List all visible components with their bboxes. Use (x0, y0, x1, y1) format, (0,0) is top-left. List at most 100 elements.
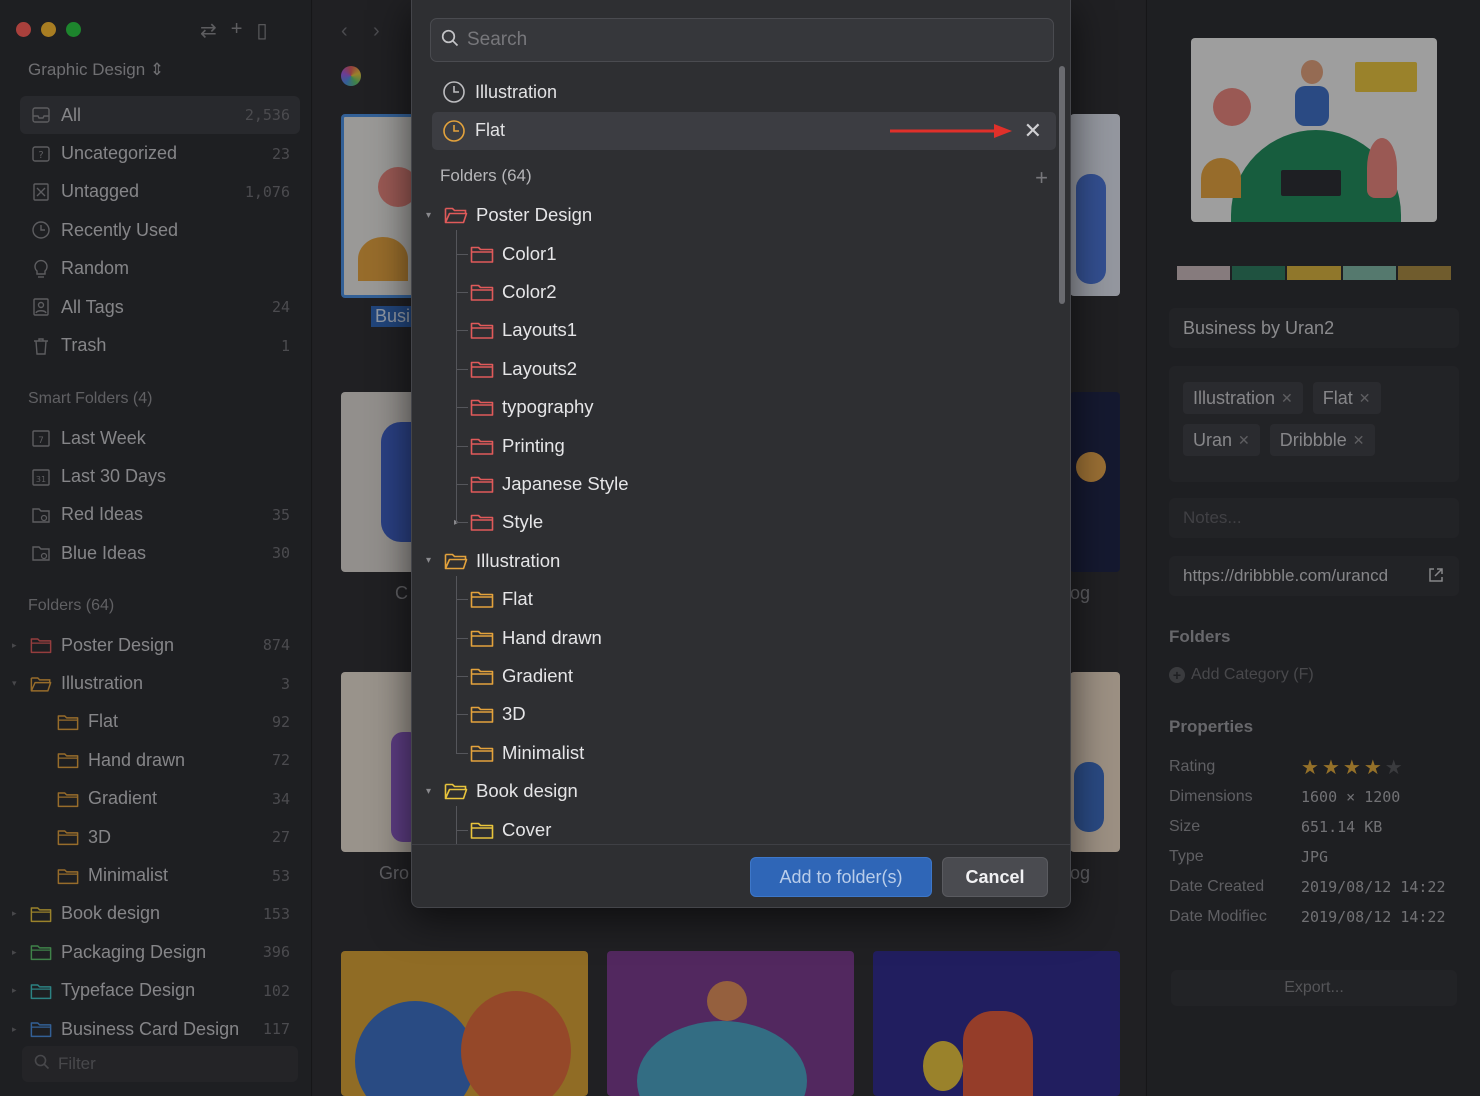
tree-folder-color2[interactable]: Color2 (470, 273, 557, 311)
tree-folder-cover[interactable]: Cover (470, 810, 551, 844)
dialog-search-input[interactable] (467, 29, 1027, 51)
disclosure-icon[interactable]: ▸ (12, 985, 17, 996)
export-button[interactable]: Export... (1171, 970, 1457, 1006)
close-window-button[interactable] (16, 22, 31, 37)
sidebar-item-trash[interactable]: Trash 1 (20, 326, 300, 364)
swap-icon[interactable]: ⇄ (200, 18, 217, 43)
tag-chip[interactable]: Illustration ✕ (1183, 382, 1303, 414)
star-icon[interactable]: ★ (1301, 755, 1319, 780)
tree-folder-japanese-style[interactable]: Japanese Style (470, 465, 629, 503)
add-to-folders-button[interactable]: Add to folder(s) (750, 857, 932, 897)
disclosure-icon[interactable]: ▸ (12, 947, 17, 958)
palette-swatch[interactable] (1342, 266, 1396, 280)
thumbnail-item[interactable] (1070, 392, 1120, 572)
dialog-search-field[interactable] (430, 18, 1054, 62)
sidebar-item-gradient[interactable]: Gradient 34 (20, 780, 300, 818)
recent-folder-item[interactable]: Illustration (432, 73, 1056, 111)
library-switcher[interactable]: Graphic Design ⇕ (28, 60, 164, 80)
tree-folder-poster-design[interactable]: ▾ Poster Design (426, 196, 592, 234)
thumbnail-item[interactable] (1070, 114, 1120, 296)
sidebar-item-packaging-design[interactable]: ▸ Packaging Design 396 (12, 933, 300, 971)
toggle-sidebar-icon[interactable]: ▯ (256, 18, 267, 43)
add-icon[interactable]: + (231, 18, 243, 43)
tree-folder-gradient[interactable]: Gradient (470, 657, 573, 695)
tree-folder-color1[interactable]: Color1 (470, 234, 557, 272)
cancel-button[interactable]: Cancel (942, 857, 1048, 897)
sidebar-item-book-design[interactable]: ▸ Book design 153 (12, 895, 300, 933)
sidebar-item-blue-ideas[interactable]: Blue Ideas 30 (20, 534, 300, 572)
sidebar-item-minimalist[interactable]: Minimalist 53 (20, 856, 300, 894)
add-folder-icon[interactable]: + (1035, 167, 1048, 189)
tree-folder-book-design[interactable]: ▾ Book design (426, 772, 578, 810)
thumbnail-item[interactable] (1070, 672, 1120, 852)
tree-folder-3d[interactable]: 3D (470, 695, 526, 733)
sidebar-item-3d[interactable]: 3D 27 (20, 818, 300, 856)
tree-folder-minimalist[interactable]: Minimalist (470, 734, 584, 772)
remove-tag-icon[interactable]: ✕ (1281, 390, 1293, 407)
remove-tag-icon[interactable]: ✕ (1359, 390, 1371, 407)
sidebar-item-all-tags[interactable]: All Tags 24 (20, 288, 300, 326)
thumbnail-item[interactable] (873, 951, 1120, 1096)
sidebar-item-red-ideas[interactable]: Red Ideas 35 (20, 496, 300, 534)
color-filter-icon[interactable] (341, 66, 361, 86)
add-category-button[interactable]: + Add Category (F) (1169, 666, 1314, 684)
tree-folder-printing[interactable]: Printing (470, 426, 565, 464)
sidebar-item-all[interactable]: All 2,536 (20, 96, 300, 135)
disclosure-icon[interactable]: ▾ (426, 786, 431, 797)
tree-folder-layouts1[interactable]: Layouts1 (470, 311, 577, 349)
tree-folder-flat[interactable]: Flat (470, 580, 533, 618)
sidebar-item-last-week[interactable]: 7 Last Week (20, 419, 300, 457)
disclosure-icon[interactable]: ▸ (12, 640, 17, 651)
remove-recent-close-icon[interactable]: ✕ (1024, 118, 1042, 144)
sidebar-item-business-card-design[interactable]: ▸ Business Card Design 117 (12, 1010, 300, 1048)
zoom-window-button[interactable] (66, 22, 81, 37)
star-icon[interactable]: ★ (1322, 755, 1340, 780)
remove-tag-icon[interactable]: ✕ (1238, 432, 1250, 449)
sidebar-item-poster-design[interactable]: ▸ Poster Design 874 (12, 626, 300, 664)
palette-swatch[interactable] (1287, 266, 1341, 280)
tag-chip[interactable]: Uran ✕ (1183, 424, 1260, 456)
item-title[interactable]: Business by Uran2 (1169, 308, 1459, 348)
star-icon[interactable]: ★ (1364, 755, 1382, 780)
sidebar-item-random[interactable]: Random (20, 250, 300, 288)
forward-icon[interactable]: › (373, 20, 380, 43)
external-link-icon[interactable] (1427, 566, 1445, 586)
thumbnail-item[interactable] (341, 951, 588, 1096)
sidebar-item-untagged[interactable]: Untagged 1,076 (20, 173, 300, 211)
sidebar-item-hand-drawn[interactable]: Hand drawn 72 (20, 741, 300, 779)
tree-folder-typography[interactable]: typography (470, 388, 594, 426)
minimize-window-button[interactable] (41, 22, 56, 37)
filter-field[interactable]: Filter (22, 1046, 298, 1082)
filter-input[interactable]: Filter (58, 1054, 96, 1074)
tag-chip[interactable]: Dribbble ✕ (1269, 424, 1375, 456)
tag-chip[interactable]: Flat ✕ (1312, 382, 1381, 414)
sidebar-item-recently-used[interactable]: Recently Used (20, 211, 300, 249)
tree-folder-layouts2[interactable]: Layouts2 (470, 350, 577, 388)
disclosure-icon[interactable]: ▾ (12, 678, 17, 689)
disclosure-icon[interactable]: ▾ (426, 555, 431, 566)
disclosure-icon[interactable]: ▸ (12, 908, 17, 919)
star-icon[interactable]: ★ (1385, 755, 1403, 780)
palette-swatch[interactable] (1177, 266, 1231, 280)
tree-folder-hand-drawn[interactable]: Hand drawn (470, 618, 602, 656)
disclosure-icon[interactable]: ▸ (12, 1024, 17, 1035)
remove-tag-icon[interactable]: ✕ (1353, 432, 1365, 449)
sidebar-item-uncategorized[interactable]: ? Uncategorized 23 (20, 134, 300, 172)
star-icon[interactable]: ★ (1343, 755, 1361, 780)
disclosure-icon[interactable]: ▾ (426, 210, 431, 221)
sidebar-item-flat[interactable]: Flat 92 (20, 703, 300, 741)
palette-swatch[interactable] (1232, 266, 1286, 280)
palette-swatch[interactable] (1397, 266, 1452, 280)
thumbnail-item[interactable] (607, 951, 854, 1096)
tree-folder-style[interactable]: ▸ Style (454, 503, 543, 541)
rating-stars[interactable]: ★ ★ ★ ★ ★ (1301, 755, 1403, 780)
tags-field[interactable]: Illustration ✕ Flat ✕ Uran ✕ Dribbble ✕ (1169, 366, 1459, 482)
sidebar-item-typeface-design[interactable]: ▸ Typeface Design 102 (12, 972, 300, 1010)
sidebar-item-illustration[interactable]: ▾ Illustration 3 (12, 664, 300, 702)
url-field[interactable]: https://dribbble.com/urancd (1169, 556, 1459, 596)
sidebar-item-last-30-days[interactable]: 31 Last 30 Days (20, 457, 300, 495)
notes-field[interactable]: Notes... (1169, 498, 1459, 538)
tree-folder-illustration[interactable]: ▾ Illustration (426, 542, 560, 580)
dialog-scrollbar[interactable] (1059, 66, 1065, 304)
back-icon[interactable]: ‹ (341, 20, 348, 43)
